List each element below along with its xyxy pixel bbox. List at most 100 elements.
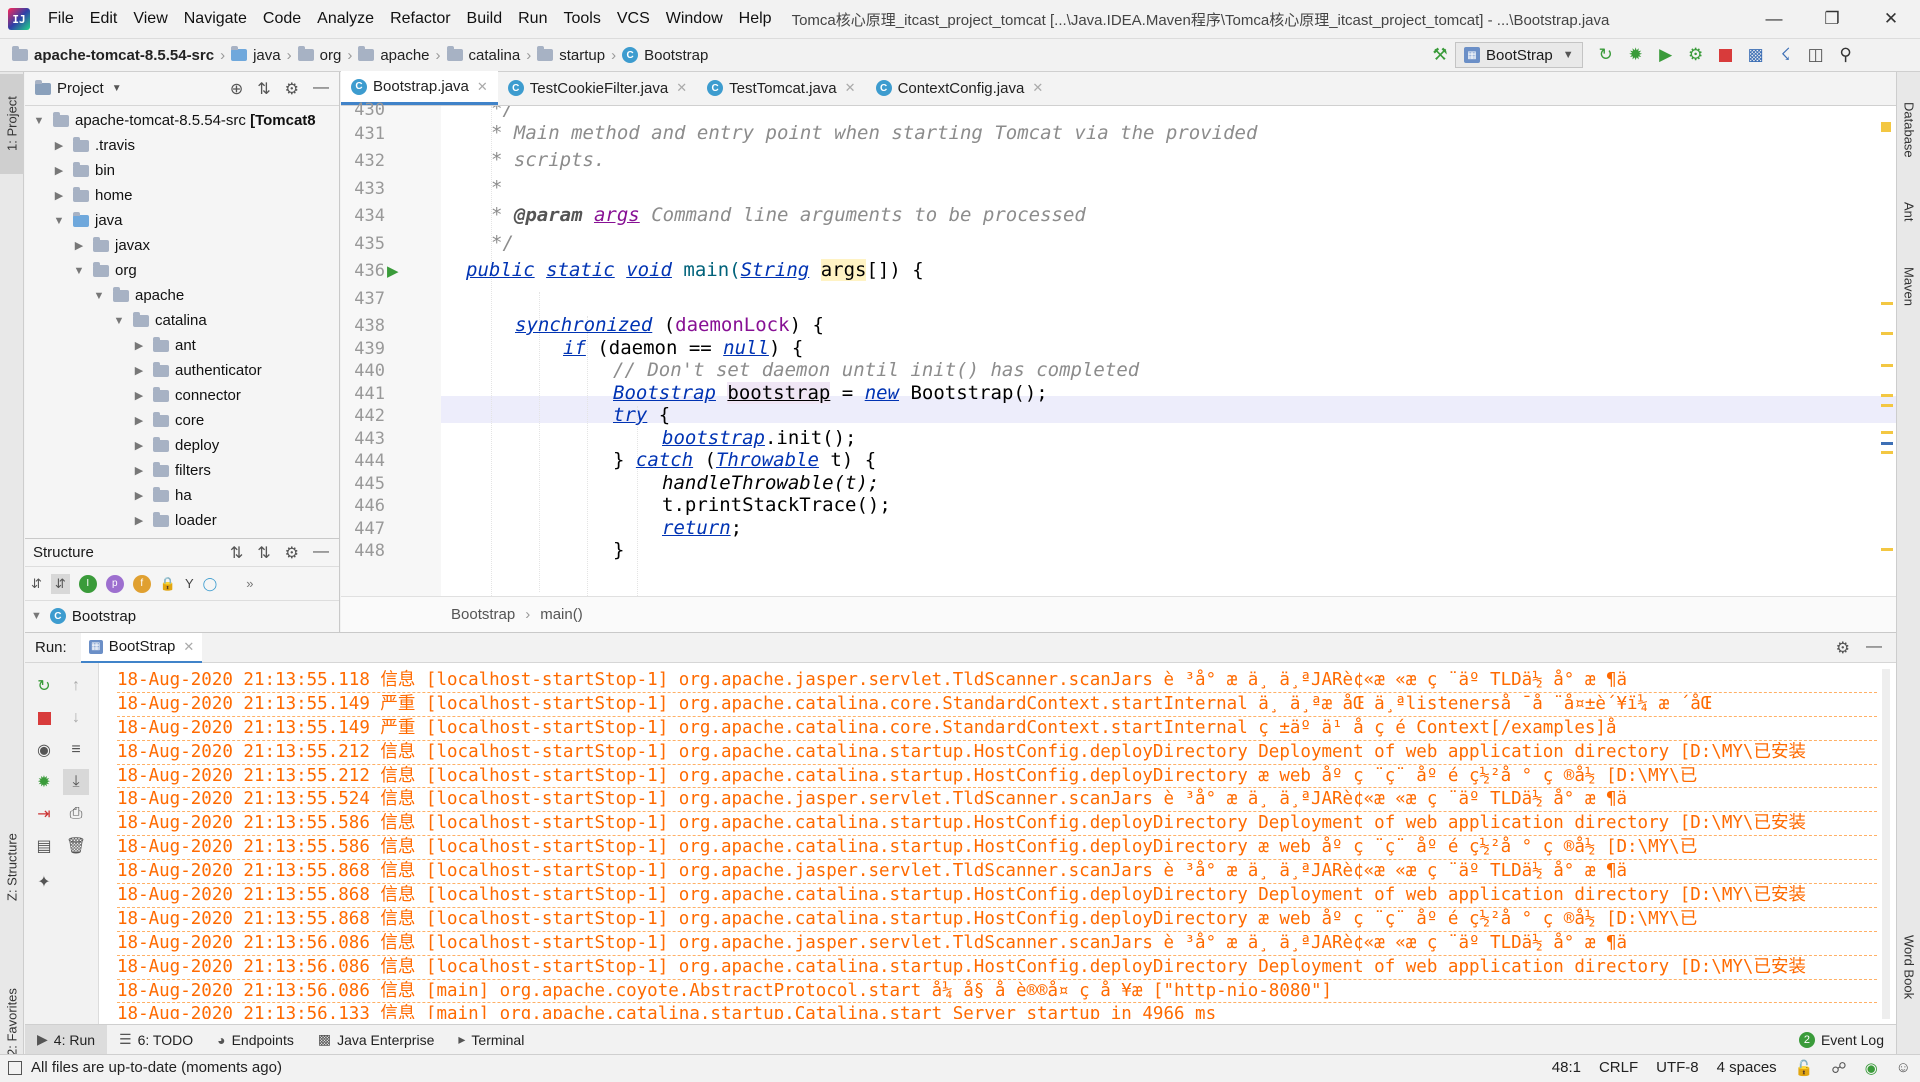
project-tool-tab[interactable]: 1: Project <box>0 74 24 174</box>
chevron-right-icon[interactable]: ▶ <box>51 189 67 202</box>
tree-item[interactable]: ▶ loader <box>25 508 339 533</box>
notifications-icon[interactable]: ☺ <box>1896 1059 1911 1076</box>
tab-run[interactable]: ▶ 4: Run <box>25 1024 108 1055</box>
run-config-select[interactable]: ▦ BootStrap ▼ <box>1455 42 1583 68</box>
chevron-down-icon[interactable]: ▼ <box>91 290 107 302</box>
editor-tab[interactable]: C ContextConfig.java ✕ <box>866 71 1054 105</box>
tree-item[interactable]: ▶ core <box>25 408 339 433</box>
indent-setting[interactable]: 4 spaces <box>1717 1059 1777 1076</box>
gear-icon[interactable]: ⚙ <box>1836 638 1850 658</box>
editor-breadcrumb-class[interactable]: Bootstrap <box>451 606 515 623</box>
close-tab-icon[interactable]: ✕ <box>676 80 687 96</box>
breadcrumb-apache[interactable]: apache › <box>358 46 446 64</box>
debug-icon[interactable]: ✹ <box>31 769 57 795</box>
scroll-to-end-icon[interactable]: ⤓ <box>63 769 89 795</box>
camera-icon[interactable]: ◉ <box>31 737 57 763</box>
tree-item[interactable]: ▼ apache <box>25 283 339 308</box>
project-panel-title[interactable]: Project <box>57 80 104 97</box>
show-properties-icon[interactable]: p <box>105 574 124 593</box>
chevron-right-icon[interactable]: ▶ <box>131 414 147 427</box>
profile-icon[interactable]: ⚙ <box>1683 42 1709 68</box>
more-icon[interactable]: » <box>246 576 253 591</box>
maven-tool-tab[interactable]: Maven <box>1897 247 1920 327</box>
editor-tab[interactable]: C TestCookieFilter.java ✕ <box>498 71 697 105</box>
layout-icon[interactable]: ◫ <box>1803 42 1829 68</box>
rerun-icon[interactable]: ↻ <box>1593 42 1619 68</box>
print-icon[interactable]: ⎙ <box>63 801 89 827</box>
menu-tools[interactable]: Tools <box>555 10 608 28</box>
sort-visibility-icon[interactable]: ⇵ <box>31 576 42 592</box>
caret-position[interactable]: 48:1 <box>1552 1059 1581 1076</box>
tab-terminal[interactable]: ▸ Terminal <box>446 1025 536 1055</box>
chrome-icon[interactable]: ◉ <box>1865 1059 1878 1077</box>
menu-build[interactable]: Build <box>459 10 511 28</box>
menu-analyze[interactable]: Analyze <box>309 10 382 28</box>
collapse-all-icon[interactable]: ⇅ <box>257 543 270 563</box>
scroll-down-icon[interactable]: ↓ <box>63 705 89 731</box>
chevron-down-icon[interactable]: ▼ <box>71 265 87 277</box>
translate-icon[interactable]: ☇ <box>1773 42 1799 68</box>
console-output[interactable]: 18-Aug-2020 21:13:55.118 信息 [localhost-s… <box>117 669 1877 1019</box>
build-hammer-icon[interactable]: ⚒ <box>1427 42 1453 68</box>
chevron-down-icon[interactable]: ▼ <box>51 215 67 227</box>
editor-breadcrumb-method[interactable]: main() <box>540 606 583 623</box>
tree-item[interactable]: ▶ ant <box>25 333 339 358</box>
breadcrumb-startup[interactable]: startup › <box>537 46 622 64</box>
lock-icon[interactable]: 🔓 <box>1795 1059 1814 1077</box>
pin-icon[interactable]: ✦ <box>31 869 57 895</box>
file-encoding[interactable]: UTF-8 <box>1656 1059 1699 1076</box>
menu-code[interactable]: Code <box>255 10 309 28</box>
breadcrumb-java[interactable]: java › <box>231 46 298 64</box>
chevron-right-icon[interactable]: ▶ <box>131 514 147 527</box>
close-tab-icon[interactable]: ✕ <box>477 79 488 95</box>
hide-panel-icon[interactable]: — <box>313 79 329 99</box>
ant-tool-tab[interactable]: Ant <box>1897 187 1920 237</box>
chevron-right-icon[interactable]: ▶ <box>71 239 87 252</box>
rerun-icon[interactable]: ↻ <box>31 673 57 699</box>
git-icon[interactable]: ☍ <box>1831 1059 1846 1077</box>
project-structure-icon[interactable]: ▩ <box>1743 42 1769 68</box>
scroll-up-icon[interactable]: ↑ <box>63 673 89 699</box>
breadcrumb-catalina[interactable]: catalina › <box>446 46 538 64</box>
chevron-right-icon[interactable]: ▶ <box>131 364 147 377</box>
breadcrumb-bootstrap[interactable]: C Bootstrap <box>622 47 708 64</box>
stop-icon[interactable] <box>1713 42 1739 68</box>
toggle-tool-windows-icon[interactable] <box>8 1060 22 1075</box>
coverage-icon[interactable]: ▶ <box>1653 42 1679 68</box>
tree-item[interactable]: ▶ connector <box>25 383 339 408</box>
collapse-all-icon[interactable]: ⇅ <box>257 79 270 99</box>
menu-refactor[interactable]: Refactor <box>382 10 458 28</box>
autoscroll-icon[interactable]: ◯ <box>203 576 218 592</box>
hide-panel-icon[interactable]: — <box>1866 638 1882 658</box>
menu-navigate[interactable]: Navigate <box>176 10 255 28</box>
expand-all-icon[interactable]: ⇅ <box>230 543 243 563</box>
locate-icon[interactable]: ⊕ <box>230 79 243 99</box>
tree-item[interactable]: ▼ java <box>25 208 339 233</box>
chevron-right-icon[interactable]: ▶ <box>131 489 147 502</box>
tree-item[interactable]: ▶ .travis <box>25 133 339 158</box>
close-tab-icon[interactable]: ✕ <box>183 639 194 655</box>
chevron-down-icon[interactable]: ▼ <box>112 83 122 94</box>
show-lambdas-icon[interactable]: Y <box>185 576 194 591</box>
menu-file[interactable]: File <box>40 10 82 28</box>
trash-icon[interactable]: 🗑 <box>63 833 89 859</box>
tree-item[interactable]: ▼ org <box>25 258 339 283</box>
search-icon[interactable]: ⚲ <box>1833 42 1859 68</box>
tree-item[interactable]: ▶ home <box>25 183 339 208</box>
breadcrumb-org[interactable]: org › <box>297 46 359 64</box>
tree-item[interactable]: ▶ authenticator <box>25 358 339 383</box>
console-scrollbar[interactable] <box>1882 669 1890 1019</box>
chevron-right-icon[interactable]: ▶ <box>51 164 67 177</box>
tree-item[interactable]: ▼ apache-tomcat-8.5.54-src [Tomcat8 <box>25 108 339 133</box>
structure-tool-tab[interactable]: Z: Structure <box>0 792 24 942</box>
show-fields-icon[interactable]: f <box>132 574 151 593</box>
chevron-right-icon[interactable]: ▶ <box>131 464 147 477</box>
chevron-right-icon[interactable]: ▶ <box>131 339 147 352</box>
chevron-down-icon[interactable]: ▼ <box>111 315 127 327</box>
gear-icon[interactable]: ⚙ <box>285 543 299 563</box>
close-tab-icon[interactable]: ✕ <box>1032 80 1043 96</box>
chevron-right-icon[interactable]: ▶ <box>131 389 147 402</box>
chevron-right-icon[interactable]: ▶ <box>131 439 147 452</box>
hide-panel-icon[interactable]: — <box>313 543 329 563</box>
structure-root-label[interactable]: Bootstrap <box>72 608 136 625</box>
